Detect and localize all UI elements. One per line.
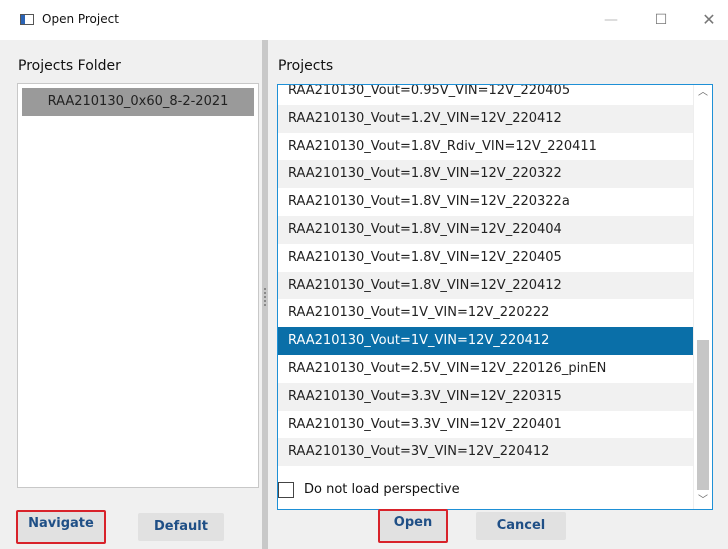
do-not-load-perspective-checkbox[interactable]	[278, 482, 294, 498]
projects-label: Projects	[278, 58, 334, 74]
project-row[interactable]: RAA210130_Vout=1.8V_VIN=12V_220405	[278, 243, 694, 272]
project-row[interactable]: RAA210130_Vout=0.95V_VIN=12V_220405	[278, 85, 694, 105]
project-row[interactable]: RAA210130_Vout=1.8V_VIN=12V_220404	[278, 215, 694, 244]
project-row-selected[interactable]: RAA210130_Vout=1V_VIN=12V_220412	[278, 327, 694, 355]
default-button[interactable]: Default	[138, 513, 224, 541]
projects-folder-list[interactable]: RAA210130_0x60_8-2-2021	[17, 83, 259, 488]
project-row[interactable]: RAA210130_Vout=1V_VIN=12V_220222	[278, 299, 694, 328]
open-button[interactable]: Open	[378, 509, 448, 543]
projects-folder-pane: Projects Folder RAA210130_0x60_8-2-2021 …	[10, 40, 262, 549]
scroll-thumb[interactable]	[697, 340, 709, 490]
title-bar: Open Project — ☐ ✕	[0, 0, 728, 40]
projects-scrollbar[interactable]: ︿ ﹀	[693, 85, 712, 509]
navigate-button[interactable]: Navigate	[16, 510, 106, 544]
project-row[interactable]: RAA210130_Vout=2.5V_VIN=12V_220126_pinEN	[278, 354, 694, 383]
projects-pane: Projects RAA210130_Vout=0.95V_VIN=12V_22…	[268, 40, 728, 549]
project-row[interactable]: RAA210130_Vout=3.3V_VIN=12V_220401	[278, 410, 694, 439]
projects-list[interactable]: RAA210130_Vout=0.95V_VIN=12V_220405 RAA21…	[277, 84, 713, 510]
projects-folder-label: Projects Folder	[18, 58, 121, 74]
open-project-dialog: Open Project — ☐ ✕ Projects Folder RAA21…	[0, 0, 728, 549]
project-row[interactable]: RAA210130_Vout=3V_VIN=12V_220412	[278, 438, 694, 467]
projects-rows: RAA210130_Vout=0.95V_VIN=12V_220405 RAA21…	[278, 85, 694, 467]
project-row[interactable]: RAA210130_Vout=1.2V_VIN=12V_220412	[278, 104, 694, 133]
project-row[interactable]: RAA210130_Vout=1.8V_Rdiv_VIN=12V_220411	[278, 132, 694, 161]
folder-item[interactable]: RAA210130_0x60_8-2-2021	[22, 88, 254, 116]
window-title: Open Project	[42, 12, 119, 26]
do-not-load-perspective-label: Do not load perspective	[304, 482, 460, 497]
minimize-button[interactable]: —	[596, 8, 626, 32]
project-row[interactable]: RAA210130_Vout=1.8V_VIN=12V_220412	[278, 271, 694, 300]
scroll-down-icon[interactable]: ﹀	[694, 493, 712, 509]
project-row[interactable]: RAA210130_Vout=3.3V_VIN=12V_220315	[278, 382, 694, 411]
scroll-up-icon[interactable]: ︿	[694, 85, 712, 101]
cancel-button[interactable]: Cancel	[476, 512, 566, 540]
splitter-grip-icon[interactable]	[264, 288, 266, 306]
maximize-button[interactable]: ☐	[646, 8, 676, 32]
project-row[interactable]: RAA210130_Vout=1.8V_VIN=12V_220322a	[278, 188, 694, 216]
close-button[interactable]: ✕	[694, 8, 724, 32]
app-window-icon	[20, 14, 34, 25]
project-row[interactable]: RAA210130_Vout=1.8V_VIN=12V_220322	[278, 160, 694, 189]
